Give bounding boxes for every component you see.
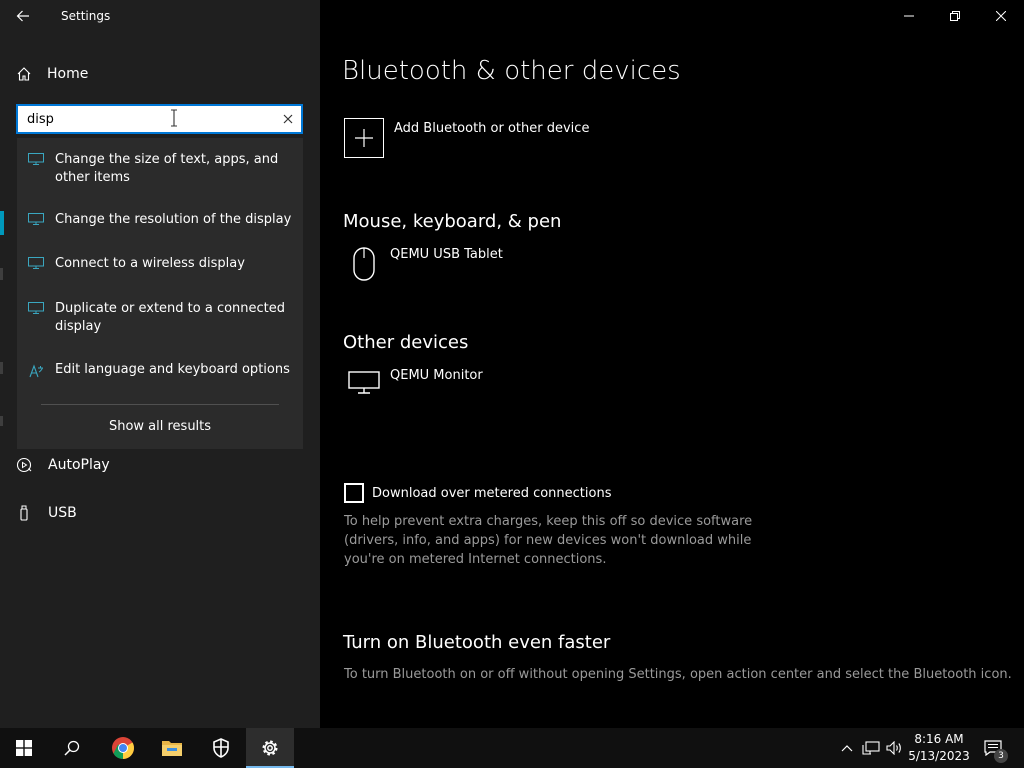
- suggestion-item[interactable]: Edit language and keyboard options: [17, 361, 303, 379]
- suggestion-label: Change the resolution of the display: [55, 212, 292, 227]
- home-label: Home: [47, 66, 89, 82]
- usb-icon: [20, 505, 28, 521]
- security-icon: [213, 738, 229, 758]
- sidebar-item-label: AutoPlay: [48, 457, 110, 473]
- hidden-nav-item: [0, 268, 3, 280]
- search-button[interactable]: [48, 728, 96, 768]
- restore-icon: [950, 11, 960, 21]
- divider: [41, 404, 279, 405]
- hidden-nav-item: [0, 362, 3, 374]
- chevron-up-icon: [841, 745, 853, 752]
- show-all-results-link[interactable]: Show all results: [17, 419, 303, 434]
- mouse-icon: [353, 247, 375, 281]
- monitor-icon: [28, 302, 44, 314]
- search-icon: [64, 740, 80, 756]
- start-button[interactable]: [0, 728, 48, 768]
- search-suggestions: Change the size of text, apps, and other…: [17, 138, 303, 449]
- clock[interactable]: 8:16 AM 5/13/2023: [904, 731, 974, 765]
- suggestion-item[interactable]: Duplicate or extend to a connected displ…: [17, 300, 303, 336]
- search-box[interactable]: [16, 104, 303, 134]
- back-arrow-icon: [16, 10, 29, 22]
- language-icon: [29, 364, 43, 378]
- metered-checkbox[interactable]: [344, 483, 364, 503]
- chrome-icon: [112, 737, 134, 759]
- suggestion-label: Connect to a wireless display: [55, 256, 245, 271]
- network-icon: [862, 741, 880, 755]
- window-controls: [886, 0, 1024, 32]
- speaker-icon: [886, 741, 901, 755]
- clock-date: 5/13/2023: [908, 749, 970, 763]
- app-title: Settings: [61, 9, 111, 23]
- close-icon: [996, 11, 1006, 21]
- back-button[interactable]: [0, 0, 46, 32]
- notification-count-badge: 3: [994, 749, 1008, 763]
- metered-checkbox-label: Download over metered connections: [372, 485, 612, 501]
- add-icon-box: [344, 118, 384, 158]
- clear-search-button[interactable]: [275, 106, 301, 132]
- add-device-label: Add Bluetooth or other device: [394, 121, 590, 136]
- monitor-icon: [28, 257, 44, 269]
- sidebar-item-usb[interactable]: USB: [0, 495, 320, 531]
- chrome-button[interactable]: [99, 728, 147, 768]
- show-hidden-icons-button[interactable]: [838, 728, 856, 768]
- sidebar-item-label: USB: [48, 505, 77, 521]
- metered-description: To help prevent extra charges, keep this…: [344, 514, 753, 567]
- settings-taskbar-button[interactable]: [246, 728, 294, 768]
- mouse-keyboard-pen-heading: Mouse, keyboard, & pen: [343, 211, 562, 232]
- autoplay-icon: [16, 457, 32, 473]
- suggestion-item[interactable]: Connect to a wireless display: [17, 255, 303, 273]
- bluetooth-faster-description: To turn Bluetooth on or off without open…: [344, 667, 1012, 682]
- minimize-icon: [904, 15, 914, 17]
- main-content: Bluetooth & other devices Add Bluetooth …: [320, 0, 1024, 728]
- monitor-icon: [348, 371, 380, 394]
- close-icon: [283, 114, 293, 124]
- suggestion-label: Change the size of text, apps, and other…: [55, 152, 279, 185]
- start-icon: [16, 740, 32, 756]
- device-qemu-monitor[interactable]: QEMU Monitor: [344, 368, 483, 396]
- settings-sidebar: Settings Home Change the size of text, a…: [0, 0, 320, 728]
- network-button[interactable]: [860, 728, 882, 768]
- device-qemu-usb-tablet[interactable]: QEMU USB Tablet: [344, 247, 503, 281]
- monitor-icon: [28, 213, 44, 225]
- other-devices-heading: Other devices: [343, 332, 469, 353]
- home-icon: [17, 67, 31, 81]
- file-explorer-button[interactable]: [148, 728, 196, 768]
- hidden-nav-item: [0, 416, 3, 426]
- windows-security-button[interactable]: [197, 728, 245, 768]
- settings-icon: [262, 740, 278, 756]
- metered-connections-option[interactable]: Download over metered connections: [344, 483, 611, 503]
- plus-icon: [355, 129, 373, 147]
- text-cursor-icon: [171, 109, 177, 127]
- suggestion-item[interactable]: Change the resolution of the display: [17, 211, 303, 229]
- home-nav-item[interactable]: Home: [0, 56, 320, 92]
- suggestion-label: Duplicate or extend to a connected displ…: [55, 301, 286, 334]
- clock-time: 8:16 AM: [914, 732, 964, 746]
- device-name: QEMU Monitor: [390, 368, 483, 383]
- search-input[interactable]: [18, 106, 275, 132]
- add-device-button[interactable]: Add Bluetooth or other device: [344, 118, 589, 158]
- close-button[interactable]: [978, 0, 1024, 32]
- volume-button[interactable]: [884, 728, 904, 768]
- taskbar: 8:16 AM 5/13/2023 3: [0, 728, 1024, 768]
- sidebar-item-autoplay[interactable]: AutoPlay: [0, 447, 320, 483]
- monitor-icon: [28, 153, 44, 165]
- title-bar: Settings: [0, 0, 320, 32]
- bluetooth-faster-heading: Turn on Bluetooth even faster: [343, 632, 611, 653]
- file-explorer-icon: [162, 741, 182, 756]
- selected-indicator: [0, 211, 4, 235]
- suggestion-item[interactable]: Change the size of text, apps, and other…: [17, 151, 303, 187]
- suggestion-label: Edit language and keyboard options: [55, 362, 290, 377]
- minimize-button[interactable]: [886, 0, 932, 32]
- page-title: Bluetooth & other devices: [342, 56, 681, 86]
- restore-button[interactable]: [932, 0, 978, 32]
- device-name: QEMU USB Tablet: [390, 247, 503, 262]
